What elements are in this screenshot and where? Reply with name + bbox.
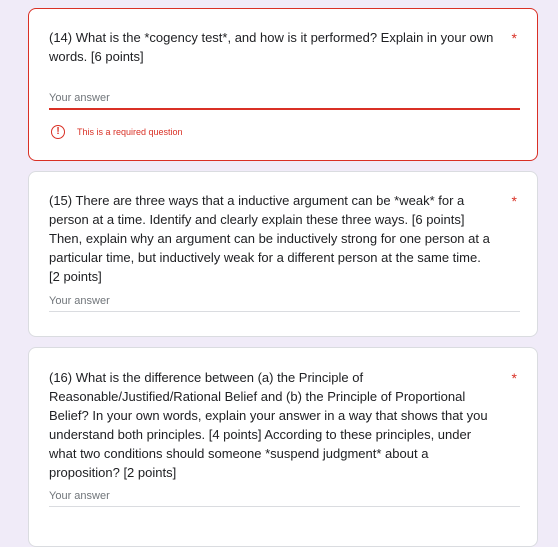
question-text: (16) What is the difference between (a) … [49,370,488,480]
question-card-16: (16) What is the difference between (a) … [28,347,538,547]
required-asterisk: * [511,370,517,386]
answer-input[interactable] [49,88,520,110]
required-asterisk: * [511,30,517,46]
answer-input[interactable] [49,485,520,507]
question-card-15: (15) There are three ways that a inducti… [28,171,538,337]
question-text: (15) There are three ways that a inducti… [49,193,490,284]
required-asterisk: * [511,193,517,209]
question-text: (14) What is the *cogency test*, and how… [49,30,494,64]
question-card-14: (14) What is the *cogency test*, and how… [28,8,538,161]
answer-input[interactable] [49,290,520,312]
error-message: This is a required question [77,127,183,137]
error-row: ! This is a required question [51,125,183,139]
error-alert-icon: ! [51,125,65,139]
